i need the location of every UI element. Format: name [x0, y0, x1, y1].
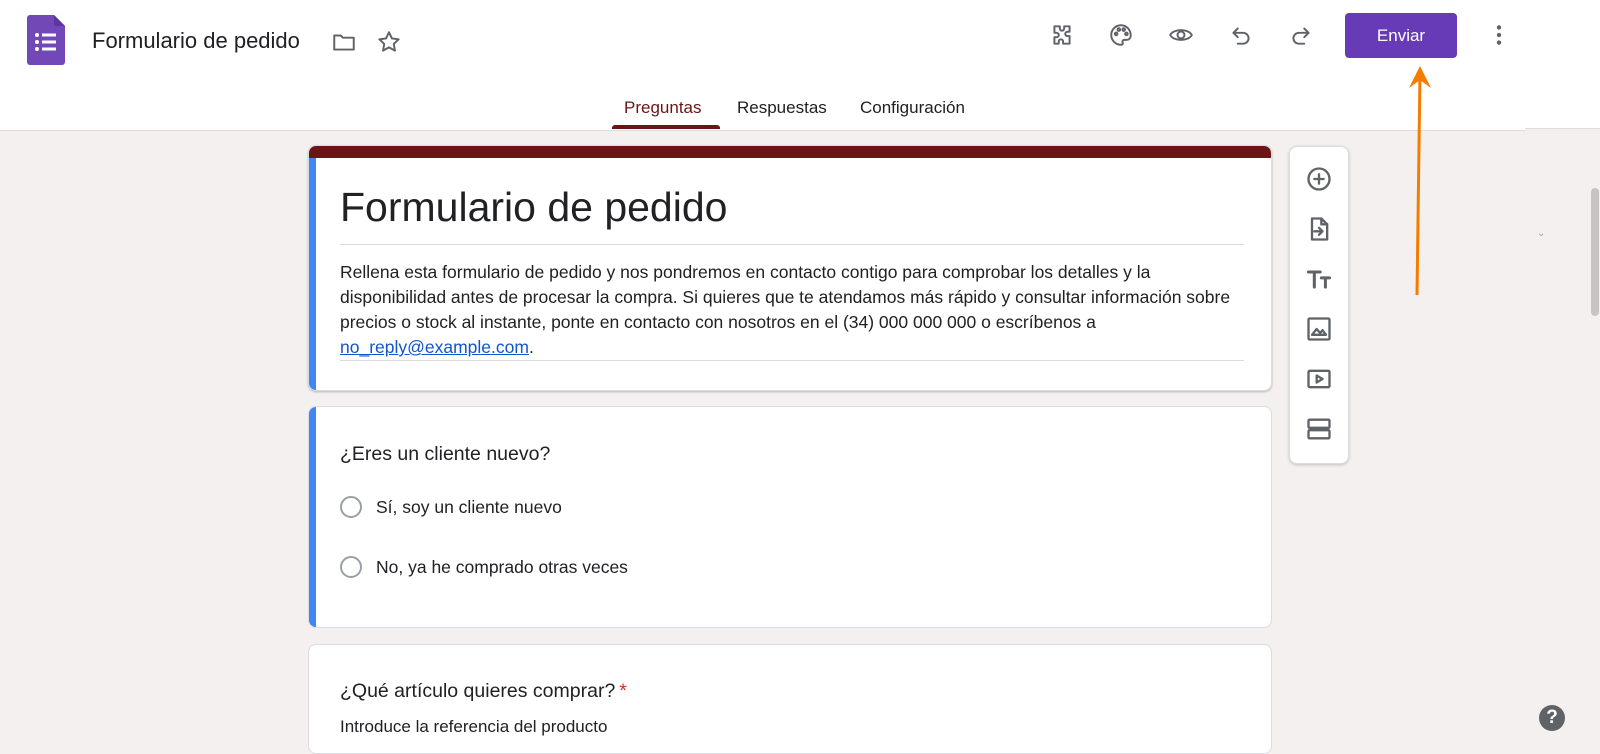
theme-top-bar [309, 146, 1271, 158]
question-title: ¿Eres un cliente nuevo? [340, 443, 551, 465]
scrollbar-thumb[interactable] [1591, 188, 1599, 316]
redo-icon[interactable] [1281, 15, 1321, 55]
forms-logo-icon[interactable] [27, 15, 65, 65]
radio-option-label: No, ya he comprado otras veces [376, 556, 628, 577]
add-image-icon[interactable] [1299, 309, 1339, 349]
undo-icon[interactable] [1221, 15, 1261, 55]
form-description[interactable]: Rellena esta formulario de pedido y nos … [340, 260, 1244, 360]
star-icon[interactable] [369, 22, 409, 62]
title-underline [340, 244, 1244, 245]
email-link[interactable]: no_reply@example.com [340, 337, 529, 357]
add-title-icon[interactable] [1299, 259, 1339, 299]
active-tab-indicator [612, 125, 720, 129]
tab-bar: Preguntas Respuestas Configuración [0, 88, 1525, 130]
chevron-down-icon: ⌄ [1537, 228, 1546, 239]
addons-icon[interactable] [1042, 15, 1082, 55]
preview-eye-icon[interactable] [1161, 15, 1201, 55]
form-title[interactable]: Formulario de pedido [340, 184, 727, 231]
help-button[interactable]: ? [1539, 705, 1565, 731]
question-title: ¿Qué artículo quieres comprar? * [340, 680, 627, 703]
radio-option[interactable]: No, ya he comprado otras veces [340, 556, 628, 578]
description-end: . [528, 337, 534, 357]
required-mark: * [619, 680, 627, 702]
app-header: Formulario de pedido Enviar Preguntas Re… [0, 0, 1525, 131]
question-title-text: ¿Qué artículo quieres comprar? [340, 680, 616, 702]
radio-option[interactable]: Sí, soy un cliente nuevo [340, 496, 562, 518]
send-button[interactable]: Enviar [1345, 13, 1457, 58]
radio-button[interactable] [340, 556, 362, 578]
form-title-card[interactable]: Formulario de pedido Rellena esta formul… [308, 145, 1272, 391]
header-extension [1525, 0, 1600, 129]
import-questions-icon[interactable] [1299, 209, 1339, 249]
tab-respuestas[interactable]: Respuestas [737, 98, 827, 118]
annotation-arrow-icon [1409, 66, 1431, 296]
radio-option-label: Sí, soy un cliente nuevo [376, 496, 562, 517]
description-text: Rellena esta formulario de pedido y nos … [340, 262, 1231, 332]
focus-accent [309, 407, 316, 627]
focus-accent [309, 158, 316, 390]
radio-button[interactable] [340, 496, 362, 518]
doc-title[interactable]: Formulario de pedido [92, 28, 300, 54]
tab-preguntas[interactable]: Preguntas [624, 98, 702, 118]
description-underline [340, 360, 1244, 361]
palette-icon[interactable] [1101, 15, 1141, 55]
folder-icon[interactable] [324, 22, 364, 62]
question-card[interactable]: ¿Eres un cliente nuevo? Sí, soy un clien… [308, 406, 1272, 628]
add-section-icon[interactable] [1299, 409, 1339, 449]
question-description: Introduce la referencia del producto [340, 717, 608, 736]
question-card[interactable]: ¿Qué artículo quieres comprar? * Introduc… [308, 644, 1272, 754]
add-question-icon[interactable] [1299, 159, 1339, 199]
floating-toolbar [1289, 146, 1349, 464]
add-video-icon[interactable] [1299, 359, 1339, 399]
tab-configuracion[interactable]: Configuración [860, 98, 965, 118]
more-vert-icon[interactable] [1479, 15, 1519, 55]
